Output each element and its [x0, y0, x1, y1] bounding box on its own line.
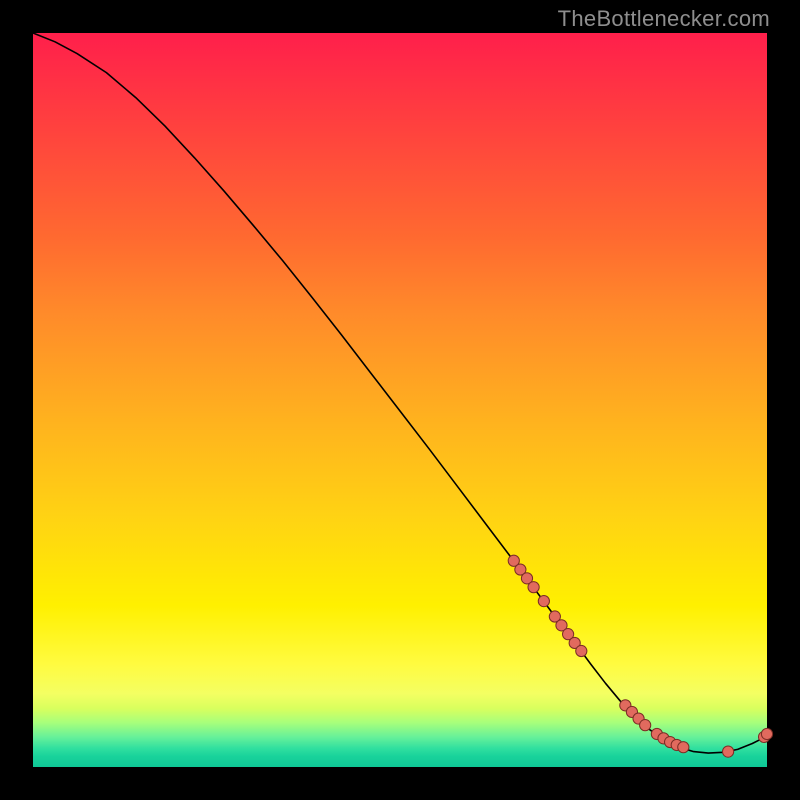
data-marker [576, 645, 587, 656]
data-marker [723, 746, 734, 757]
marker-layer [508, 555, 772, 757]
credit-label: TheBottlenecker.com [558, 6, 770, 32]
plot-area [33, 33, 767, 767]
data-marker [538, 596, 549, 607]
data-marker [678, 742, 689, 753]
chart-svg [33, 33, 767, 767]
bottleneck-curve [33, 33, 767, 753]
data-marker [640, 720, 651, 731]
data-marker [761, 728, 772, 739]
data-marker [528, 582, 539, 593]
chart-stage: TheBottlenecker.com [0, 0, 800, 800]
